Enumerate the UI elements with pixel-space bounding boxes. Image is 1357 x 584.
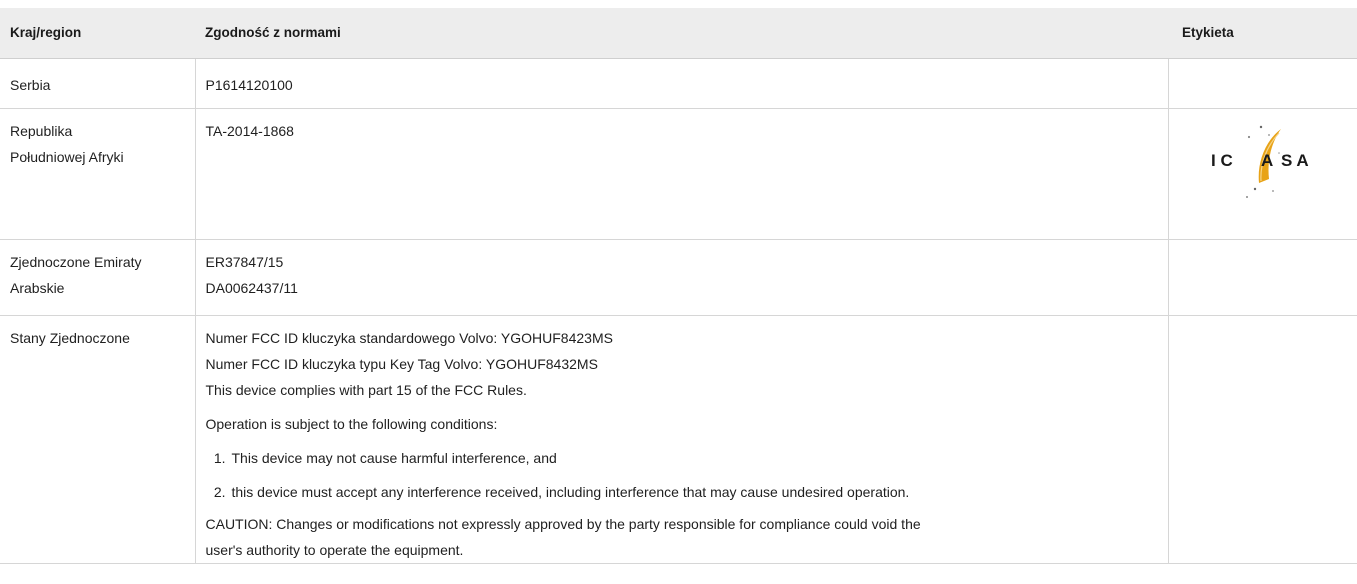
icasa-logo: I C A S A xyxy=(1211,125,1309,198)
list-item-text: This device may not cause harmful interf… xyxy=(231,450,557,466)
icasa-text-left: I C xyxy=(1211,151,1233,170)
compliance-number: P1614120100 xyxy=(205,77,293,93)
list-item: 1. This device may not cause harmful inte… xyxy=(206,445,1158,471)
compliance-cell: P1614120100 xyxy=(194,58,1168,109)
fcc-id-key-tag: Numer FCC ID kluczyka typu Key Tag Volvo… xyxy=(205,356,598,372)
list-item-number: 2. xyxy=(213,484,226,500)
caution-line: CAUTION: Changes or modifications not ex… xyxy=(205,516,921,532)
label-cell: I C A S A xyxy=(1167,108,1357,240)
table-row: Republika Południowej Afryki TA-2014-186… xyxy=(0,108,1357,240)
country-name: Stany Zjednoczone xyxy=(10,330,130,346)
country-cell: Republika Południowej Afryki xyxy=(0,108,195,240)
label-cell xyxy=(1167,58,1357,109)
country-name: Serbia xyxy=(10,77,51,93)
conditions-intro: Operation is subject to the following co… xyxy=(205,416,498,432)
compliance-number: TA-2014-1868 xyxy=(205,123,294,139)
country-cell: Serbia xyxy=(0,58,195,109)
icasa-text-right: S A xyxy=(1281,151,1309,170)
table-row: Zjednoczone Emiraty Arabskie ER37847/15 … xyxy=(0,239,1357,316)
compliance-number: DA0062437/11 xyxy=(205,280,298,296)
header-country: Kraj/region xyxy=(0,8,195,59)
compliance-cell: ER37847/15 DA0062437/11 xyxy=(194,239,1168,316)
fcc-compliance-statement: This device complies with part 15 of the… xyxy=(205,382,527,398)
table-row: Stany Zjednoczone Numer FCC ID kluczyka … xyxy=(0,315,1357,564)
table-header-row: Kraj/region Zgodność z normami Etykieta xyxy=(0,8,1357,59)
country-name-line: Arabskie xyxy=(10,280,65,296)
compliance-table: Kraj/region Zgodność z normami Etykieta … xyxy=(0,8,1357,564)
compliance-number: ER37847/15 xyxy=(205,254,284,270)
header-compliance: Zgodność z normami xyxy=(195,8,1168,59)
compliance-cell: TA-2014-1868 xyxy=(194,108,1168,240)
list-item: 2. this device must accept any interferen… xyxy=(206,479,1158,505)
country-cell: Stany Zjednoczone xyxy=(0,315,195,564)
label-cell xyxy=(1167,239,1357,316)
list-item-text: this device must accept any interference… xyxy=(231,484,910,500)
caution-line: user's authority to operate the equipmen… xyxy=(205,542,464,558)
list-item-number: 1. xyxy=(213,450,226,466)
country-cell: Zjednoczone Emiraty Arabskie xyxy=(0,239,195,316)
fcc-id-standard: Numer FCC ID kluczyka standardowego Volv… xyxy=(205,330,613,346)
conditions-list: 1. This device may not cause harmful inte… xyxy=(206,445,1158,505)
icasa-text-center: A xyxy=(1261,151,1273,170)
table-row: Serbia P1614120100 xyxy=(0,58,1357,109)
compliance-cell: Numer FCC ID kluczyka standardowego Volv… xyxy=(194,315,1168,564)
country-name-line: Południowej Afryki xyxy=(10,149,124,165)
label-cell xyxy=(1167,315,1357,564)
header-label: Etykieta xyxy=(1168,8,1357,59)
country-name-line: Republika xyxy=(10,123,73,139)
country-name-line: Zjednoczone Emiraty xyxy=(10,254,142,270)
